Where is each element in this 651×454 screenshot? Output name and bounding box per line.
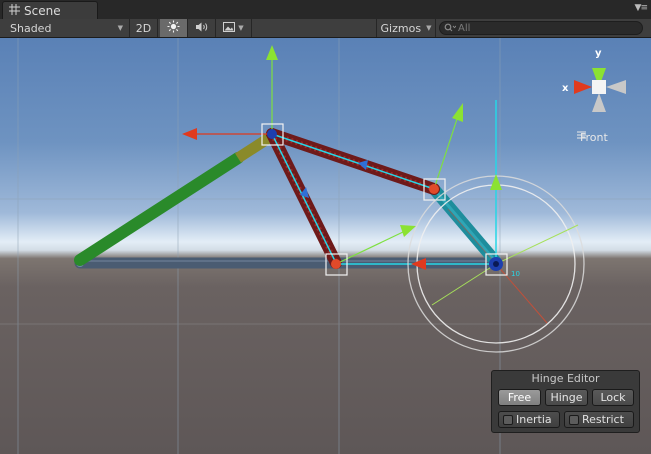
free-mode-button[interactable]: Free: [498, 389, 541, 406]
tab-bar: Scene ▼≡: [0, 0, 651, 19]
inertia-checkbox[interactable]: Inertia: [498, 411, 560, 428]
mode-2d-label: 2D: [135, 21, 152, 35]
scene-viewport[interactable]: 10 y x Front Hinge Editor Free Hinge Loc…: [0, 38, 651, 454]
tab-label: Scene: [24, 3, 61, 18]
axis-x-label: x: [562, 83, 569, 94]
lighting-toggle[interactable]: [160, 19, 188, 37]
scene-grid-icon: [9, 3, 20, 18]
chevron-down-icon: ▼: [238, 24, 244, 32]
effects-dropdown[interactable]: ▼: [216, 19, 252, 37]
gizmos-label: Gizmos: [380, 21, 422, 35]
checkbox-box: [503, 414, 513, 425]
shading-mode-dropdown[interactable]: Shaded ▼: [0, 19, 130, 37]
green-link: [74, 131, 275, 266]
neg-y-axis-cone-icon: [592, 93, 606, 112]
hinge-mode-button[interactable]: Hinge: [545, 389, 588, 406]
axis-y-label: y: [595, 48, 602, 59]
lock-mode-button[interactable]: Lock: [592, 389, 634, 406]
orientation-gizmo[interactable]: y x: [562, 48, 626, 112]
mode-2d-button[interactable]: 2D: [130, 19, 158, 37]
audio-toggle[interactable]: [188, 19, 216, 37]
shading-mode-label: Shaded: [10, 21, 52, 35]
view-front-label[interactable]: Front: [577, 131, 608, 144]
tab-scene[interactable]: Scene: [2, 1, 98, 19]
base-link: [74, 257, 503, 269]
search-placeholder: All: [458, 22, 471, 34]
audio-speaker-icon: [195, 21, 209, 36]
x-axis-cone-icon: [574, 80, 592, 94]
search-icon: [444, 22, 457, 35]
center-cube-icon: [592, 80, 606, 94]
sun-lighting-icon: [167, 20, 180, 36]
scene-toolbar: Shaded ▼ 2D ▼ Gizmos ▼ All: [0, 19, 651, 38]
neg-x-axis-cone-icon: [606, 80, 626, 94]
panel-menu-icon[interactable]: ▼≡: [635, 3, 649, 13]
search-input[interactable]: All: [439, 21, 643, 35]
restrict-checkbox[interactable]: Restrict: [564, 411, 634, 428]
image-effects-icon: [223, 21, 236, 35]
inertia-label: Inertia: [516, 413, 552, 426]
hinge-editor-panel: Hinge Editor Free Hinge Lock Inertia Res…: [491, 370, 640, 433]
restrict-label: Restrict: [582, 413, 624, 426]
degree-label: 10: [511, 270, 520, 278]
checkbox-box: [569, 414, 579, 425]
hinge-editor-title: Hinge Editor: [531, 372, 600, 385]
chevron-down-icon: ▼: [426, 24, 432, 32]
chevron-down-icon: ▼: [117, 24, 123, 32]
gizmos-dropdown[interactable]: Gizmos ▼: [376, 19, 436, 37]
